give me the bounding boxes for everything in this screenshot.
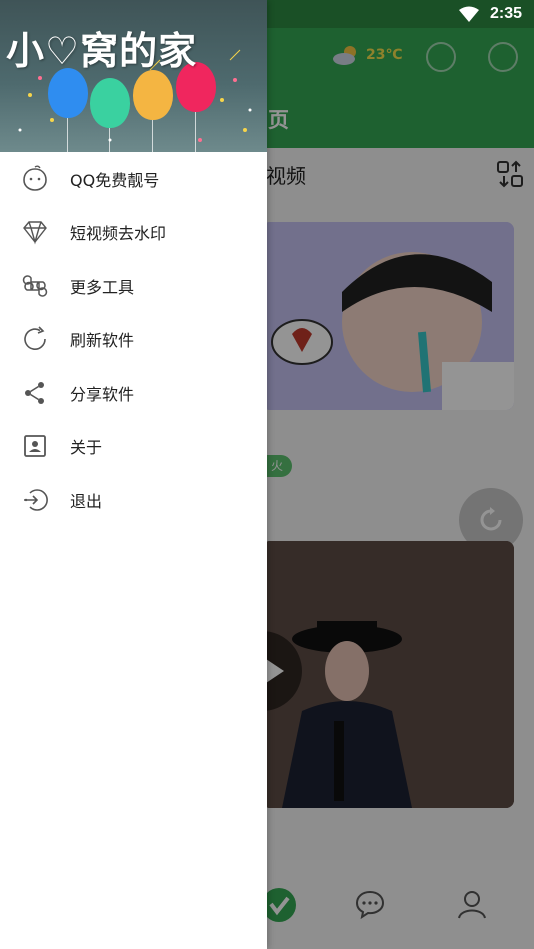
- balloon-green: [90, 78, 130, 152]
- refresh-icon: [20, 324, 50, 354]
- menu-label-share-app: 分享软件: [70, 384, 135, 404]
- command-icon: [20, 271, 50, 301]
- share-icon: [20, 378, 50, 408]
- status-time: 2:35: [489, 5, 522, 22]
- menu-label-remove-watermark: 短视频去水印: [70, 224, 167, 244]
- menu-label-qq-number: QQ免费靓号: [70, 170, 160, 190]
- balloon-orange: [133, 70, 173, 152]
- balloon-blue: [48, 68, 88, 152]
- logout-icon: [20, 485, 50, 515]
- drawer-header-title: 小♡窝的家: [6, 28, 198, 73]
- navigation-drawer: 小♡窝的家 QQ免费靓号 短视频去水印 更多工具 刷新软件 分享软件 关于 退出: [0, 0, 267, 949]
- menu-item-more-tools[interactable]: 更多工具: [0, 259, 267, 313]
- system-status-bar: 2:35: [0, 0, 534, 28]
- diamond-icon: [20, 217, 50, 247]
- menu-item-about[interactable]: 关于: [0, 420, 267, 474]
- menu-item-remove-watermark[interactable]: 短视频去水印: [0, 206, 267, 260]
- menu-item-qq-number[interactable]: QQ免费靓号: [0, 152, 267, 206]
- contact-card-icon: [20, 431, 50, 461]
- qq-penguin-icon: [20, 164, 50, 194]
- drawer-menu: QQ免费靓号 短视频去水印 更多工具 刷新软件 分享软件 关于 退出: [0, 152, 267, 527]
- menu-label-more-tools: 更多工具: [70, 277, 135, 297]
- menu-label-refresh-app: 刷新软件: [70, 331, 135, 351]
- menu-label-about: 关于: [70, 438, 103, 458]
- menu-item-exit[interactable]: 退出: [0, 473, 267, 527]
- wifi-icon: [458, 6, 479, 22]
- menu-item-refresh-app[interactable]: 刷新软件: [0, 313, 267, 367]
- menu-item-share-app[interactable]: 分享软件: [0, 366, 267, 420]
- menu-label-exit: 退出: [70, 491, 103, 511]
